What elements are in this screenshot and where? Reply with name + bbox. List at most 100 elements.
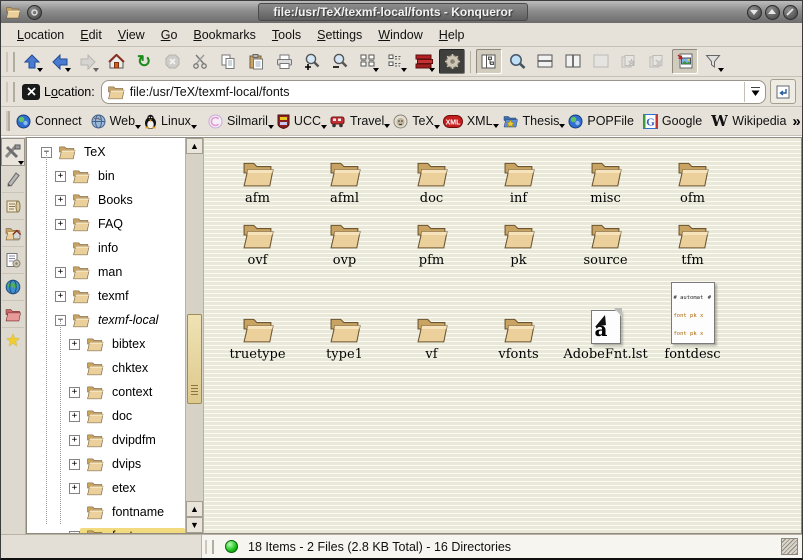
tree-item[interactable]: −texmf-local	[27, 308, 185, 332]
menu-settings[interactable]: Settings	[309, 26, 370, 44]
gear-button[interactable]	[439, 49, 465, 74]
tree-item[interactable]: +doc	[27, 404, 185, 428]
find-file-button[interactable]	[504, 49, 530, 74]
bookmark-bricks-button[interactable]	[411, 49, 437, 74]
toolbar-grip[interactable]	[6, 111, 10, 131]
menu-tools[interactable]: Tools	[264, 26, 309, 44]
bookmark-thesis[interactable]: Thesis	[499, 112, 566, 130]
zoom-in-button[interactable]	[299, 49, 325, 74]
toolbar-grip[interactable]	[6, 82, 15, 102]
filter-button[interactable]	[700, 49, 726, 74]
multicolumn-view-button[interactable]	[383, 49, 409, 74]
paste-button[interactable]	[243, 49, 269, 74]
home-button[interactable]	[103, 49, 129, 74]
split-view-vertical-button[interactable]	[560, 49, 586, 74]
tree-item[interactable]: +man	[27, 260, 185, 284]
scroll-up-button[interactable]: ▲	[186, 138, 203, 154]
bookmark-connect[interactable]: Connect	[13, 112, 88, 131]
file-item[interactable]: vf	[388, 268, 475, 362]
file-item[interactable]: vfonts	[475, 268, 562, 362]
go-button[interactable]	[770, 79, 796, 104]
tree-item[interactable]: +texmf	[27, 284, 185, 308]
tree-item[interactable]: +etex	[27, 476, 185, 500]
tree-item[interactable]: −TeX	[27, 140, 185, 164]
file-item[interactable]: ovf	[214, 206, 301, 268]
image-preview-button[interactable]	[672, 49, 698, 74]
file-item[interactable]: misc	[562, 144, 649, 206]
bookmark-xml[interactable]: XMLXML	[440, 112, 499, 130]
file-item[interactable]: afm	[214, 144, 301, 206]
maximize-button[interactable]	[765, 5, 780, 20]
file-item[interactable]: type1	[301, 268, 388, 362]
file-item[interactable]: inf	[475, 144, 562, 206]
file-icon-view[interactable]: afm afml doc inf misc ofm ovf ovp pfm pk…	[204, 137, 802, 534]
tree-item[interactable]: +FAQ	[27, 212, 185, 236]
print-button[interactable]	[271, 49, 297, 74]
bookmark-overflow-chevron[interactable]: »	[792, 113, 803, 130]
sidebar-home-folder-button[interactable]	[2, 220, 24, 247]
sticky-button[interactable]	[27, 5, 42, 20]
tree-item[interactable]: +dvips	[27, 452, 185, 476]
tree-scrollbar[interactable]: ▲ ▲ ▼	[185, 138, 203, 533]
location-dropdown-button[interactable]	[744, 82, 765, 102]
split-view-horizontal-button[interactable]	[532, 49, 558, 74]
reload-button[interactable]: ↻	[131, 49, 157, 74]
copy-button[interactable]	[215, 49, 241, 74]
tree-item[interactable]: +info	[27, 236, 185, 260]
bookmark-tex[interactable]: TeX	[390, 112, 440, 131]
sidebar-services-button[interactable]	[2, 247, 24, 274]
scrollbar-thumb[interactable]	[187, 314, 202, 404]
tree-item[interactable]: +chktex	[27, 356, 185, 380]
cut-button[interactable]	[187, 49, 213, 74]
sidebar-root-folder-button[interactable]	[2, 301, 24, 328]
menu-bookmarks[interactable]: Bookmarks	[185, 26, 264, 44]
file-item[interactable]: doc	[388, 144, 475, 206]
scrollbar-track[interactable]	[186, 154, 203, 501]
show-tree-sidebar-button[interactable]	[476, 49, 502, 74]
minimize-button[interactable]	[747, 5, 762, 20]
menu-window[interactable]: Window	[370, 26, 430, 44]
bookmark-google[interactable]: GGoogle	[640, 112, 708, 131]
bookmark-linux[interactable]: Linux	[141, 112, 197, 131]
menu-location[interactable]: Location	[9, 26, 72, 44]
window-resize-grip[interactable]	[781, 538, 798, 555]
clear-location-button[interactable]	[22, 84, 40, 100]
location-input[interactable]: file:/usr/TeX/texmf-local/fonts	[101, 80, 766, 104]
bookmark-popfile[interactable]: POPFile	[565, 112, 640, 131]
tree-item[interactable]: +dvipdfm	[27, 428, 185, 452]
toolbar-grip[interactable]	[6, 52, 15, 72]
close-button[interactable]	[783, 5, 798, 20]
file-item[interactable]: pfm	[388, 206, 475, 268]
file-item[interactable]: ofm	[649, 144, 736, 206]
back-button[interactable]	[47, 49, 73, 74]
file-item[interactable]: source	[562, 206, 649, 268]
scroll-down-button[interactable]: ▼	[186, 517, 203, 533]
tree-item[interactable]: +bibtex	[27, 332, 185, 356]
sidebar-pen-button[interactable]	[2, 166, 24, 193]
menu-view[interactable]: View	[110, 26, 153, 44]
tree-item[interactable]: +context	[27, 380, 185, 404]
sidebar-network-button[interactable]	[2, 274, 24, 301]
file-item[interactable]: afml	[301, 144, 388, 206]
tree-item[interactable]: +fontname	[27, 500, 185, 524]
up-button[interactable]	[19, 49, 45, 74]
menu-help[interactable]: Help	[431, 26, 473, 44]
zoom-out-button[interactable]	[327, 49, 353, 74]
file-item[interactable]: truetype	[214, 268, 301, 362]
bookmark-travel[interactable]: Travel	[327, 112, 390, 130]
title-bar[interactable]: file:/usr/TeX/texmf-local/fonts - Konque…	[1, 1, 802, 23]
file-item[interactable]: pk	[475, 206, 562, 268]
statusbar-grip[interactable]	[205, 540, 214, 554]
menu-go[interactable]: Go	[153, 26, 186, 44]
file-item[interactable]: # automat # font pk x font pk x font pk …	[649, 268, 736, 362]
tree-item[interactable]: +bin	[27, 164, 185, 188]
tree-item[interactable]: +Books	[27, 188, 185, 212]
bookmark-ucc[interactable]: UCC	[274, 112, 327, 131]
file-item[interactable]: a AdobeFnt.lst	[562, 268, 649, 362]
bookmark-wikipedia[interactable]: WWikipedia	[708, 112, 792, 130]
sidebar-bookmarks-button[interactable]: ★	[2, 328, 24, 354]
bookmark-web[interactable]: Web	[88, 112, 141, 131]
file-item[interactable]: tfm	[649, 206, 736, 268]
sidebar-history-button[interactable]	[2, 193, 24, 220]
configure-sidebar-button[interactable]	[1, 138, 25, 166]
